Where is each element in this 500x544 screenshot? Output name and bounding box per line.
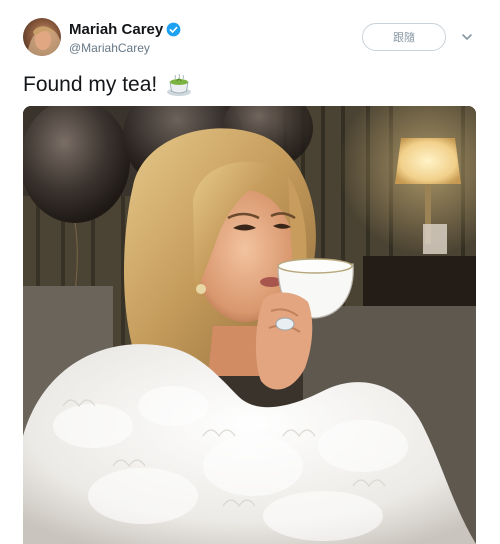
tea-cup-emoji-icon	[167, 73, 192, 96]
tweet-body: Found my tea!	[23, 73, 158, 96]
verified-badge-icon	[166, 22, 181, 37]
tweet-text: Found my tea!	[23, 71, 193, 99]
tweet-photo[interactable]	[23, 106, 476, 544]
user-handle[interactable]: @MariahCarey	[69, 41, 150, 55]
tweet-header: Mariah Carey @MariahCarey 跟隨	[0, 0, 500, 66]
display-name[interactable]: Mariah Carey	[69, 21, 163, 38]
chevron-down-icon[interactable]	[461, 32, 473, 42]
avatar[interactable]	[23, 18, 61, 56]
follow-button[interactable]: 跟隨	[362, 23, 446, 51]
